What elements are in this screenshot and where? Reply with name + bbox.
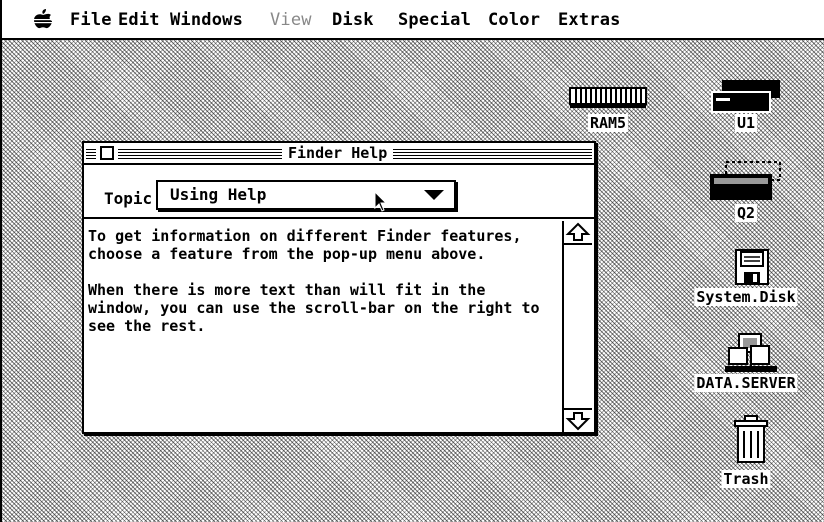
topic-label: Topic	[104, 189, 153, 208]
menu-windows[interactable]: Windows	[170, 10, 243, 30]
arrow-up-icon	[565, 222, 591, 241]
ram-disk-icon	[569, 87, 647, 108]
finder-help-window: Finder Help Topic Using Help To get info…	[82, 141, 596, 434]
menu-color[interactable]: Color	[488, 10, 540, 30]
menu-disk[interactable]: Disk	[332, 10, 374, 30]
mouse-pointer-icon	[374, 191, 388, 212]
menu-edit[interactable]: Edit	[118, 10, 160, 30]
desktop: File Edit Windows View Disk Special Colo…	[0, 0, 824, 522]
topic-row: Topic Using Help	[84, 167, 594, 219]
floppy-disk-icon	[735, 249, 769, 285]
menu-file[interactable]: File	[70, 10, 112, 30]
icon-label: System.Disk	[694, 288, 798, 306]
disk-drive-icon	[710, 161, 781, 200]
hard-disk-icon	[711, 80, 780, 113]
window-title-bar[interactable]: Finder Help	[84, 143, 594, 165]
apple-menu-icon[interactable]	[32, 9, 54, 29]
scroll-down-button[interactable]	[564, 408, 592, 432]
desktop-icon-ram5[interactable]: RAM5	[568, 84, 648, 138]
topic-popup-menu[interactable]: Using Help	[156, 180, 456, 210]
help-text: To get information on different Finder f…	[88, 227, 540, 335]
triangle-down-icon	[424, 190, 444, 200]
menu-view[interactable]: View	[270, 10, 312, 30]
icon-label: DATA.SERVER	[694, 374, 798, 392]
arrow-down-icon	[565, 412, 591, 431]
topic-popup-value: Using Help	[170, 185, 267, 204]
icon-label: RAM5	[587, 114, 629, 132]
desktop-icon-u1[interactable]: U1	[706, 76, 786, 138]
menu-special[interactable]: Special	[398, 10, 471, 30]
icon-label: Trash	[721, 470, 771, 488]
window-title: Finder Help	[282, 144, 394, 162]
menu-extras[interactable]: Extras	[558, 10, 621, 30]
icon-label: U1	[734, 114, 758, 132]
menu-bar: File Edit Windows View Disk Special Colo…	[2, 0, 824, 40]
desktop-icon-q2[interactable]: Q2	[706, 160, 786, 226]
icon-label: Q2	[734, 204, 758, 222]
vertical-scrollbar[interactable]	[562, 221, 594, 432]
desktop-icon-system-disk[interactable]: System.Disk	[694, 248, 798, 310]
close-box-icon[interactable]	[100, 146, 114, 160]
scroll-up-button[interactable]	[564, 221, 592, 245]
trash-icon	[734, 415, 768, 463]
desktop-icon-data-server[interactable]: DATA.SERVER	[694, 330, 798, 400]
desktop-icon-trash[interactable]: Trash	[716, 414, 776, 494]
file-server-icon	[725, 333, 777, 372]
